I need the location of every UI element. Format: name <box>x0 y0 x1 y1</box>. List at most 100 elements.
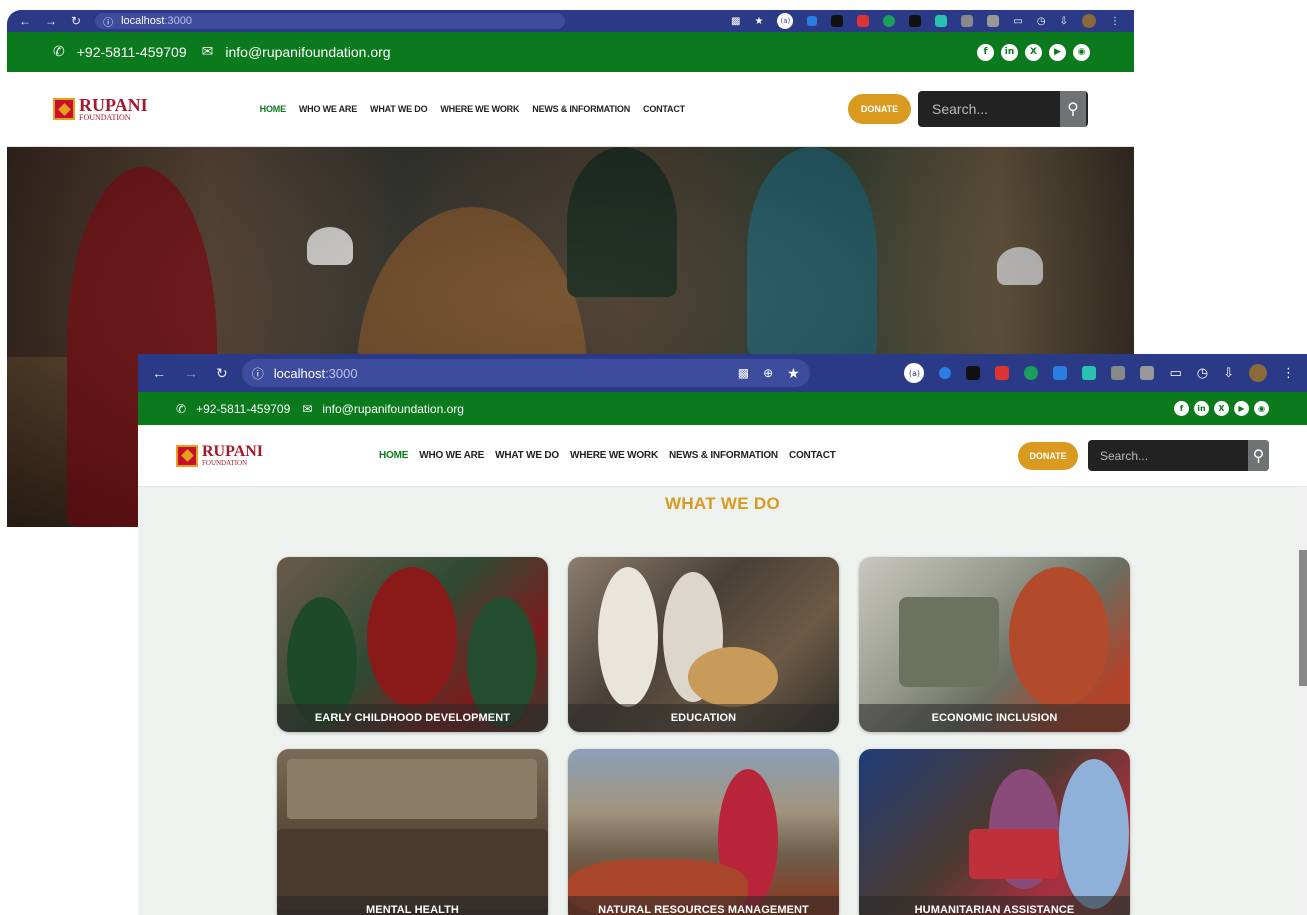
reload-icon[interactable]: ↻ <box>71 14 81 28</box>
browser-nav: ← → ↻ <box>19 14 81 28</box>
extension-icon[interactable] <box>961 15 974 27</box>
program-card[interactable]: EARLY CHILDHOOD DEVELOPMENT <box>277 557 548 732</box>
back-icon[interactable]: ← <box>152 365 166 381</box>
program-card[interactable]: HUMANITARIAN ASSISTANCE <box>859 749 1130 915</box>
site-logo[interactable]: RUPANI FOUNDATION <box>53 96 148 122</box>
download-icon[interactable]: ⇩ <box>1223 366 1234 381</box>
linkedin-icon[interactable]: in <box>1001 43 1018 61</box>
extension-icon[interactable] <box>995 366 1010 380</box>
search-input[interactable] <box>1088 448 1248 463</box>
avatar[interactable] <box>1249 364 1267 382</box>
cast-icon[interactable]: ▩ <box>738 366 749 380</box>
star-icon[interactable]: ★ <box>787 365 800 382</box>
brand-sub: FOUNDATION <box>202 459 248 467</box>
card-label: NATURAL RESOURCES MANAGEMENT <box>568 896 839 915</box>
extension-icon[interactable] <box>966 366 981 380</box>
forward-icon[interactable]: → <box>45 14 57 28</box>
youtube-icon[interactable]: ▶ <box>1234 401 1249 416</box>
browser-nav: ← → ↻ <box>152 365 228 382</box>
nav-item-what-we-do[interactable]: WHAT WE DO <box>370 104 428 114</box>
profile-icon[interactable]: (a) <box>904 363 925 383</box>
phone-text[interactable]: +92-5811-459709 <box>77 44 187 60</box>
instagram-icon[interactable]: ◉ <box>1254 401 1269 416</box>
x-icon[interactable]: X <box>1025 43 1042 61</box>
address-bar[interactable]: ⓘ localhost:3000 ▩ ⊕ ★ <box>241 359 810 387</box>
logo-mark-icon <box>53 98 75 120</box>
download-icon[interactable]: ⇩ <box>1060 16 1068 27</box>
nav-item-home[interactable]: HOME <box>260 104 286 114</box>
extension-icon[interactable] <box>909 15 922 27</box>
donate-button[interactable]: DONATE <box>848 94 911 124</box>
nav-item-what-we-do[interactable]: WHAT WE DO <box>495 450 559 461</box>
history-icon[interactable]: ◷ <box>1037 16 1046 27</box>
nav-item-contact[interactable]: CONTACT <box>789 450 836 461</box>
search-box: ⚲ <box>918 91 1088 127</box>
extension-icon[interactable] <box>831 15 844 27</box>
extension-icon[interactable] <box>987 15 1000 27</box>
avatar[interactable] <box>1082 14 1096 28</box>
profile-icon[interactable]: (a) <box>777 13 794 29</box>
address-bar[interactable]: ⓘ localhost:3000 <box>95 13 566 29</box>
extension-icon[interactable] <box>1111 366 1126 380</box>
forward-icon[interactable]: → <box>184 365 198 381</box>
youtube-icon[interactable]: ▶ <box>1049 43 1066 61</box>
nav-item-home[interactable]: HOME <box>379 450 408 461</box>
extension-icon[interactable] <box>883 15 896 27</box>
email-text[interactable]: info@rupanifoundation.org <box>225 44 390 60</box>
kebab-menu-icon[interactable]: ⋮ <box>1110 16 1120 27</box>
instagram-icon[interactable]: ◉ <box>1073 43 1090 61</box>
program-card[interactable]: ECONOMIC INCLUSION <box>859 557 1130 732</box>
star-icon[interactable]: ★ <box>754 16 763 27</box>
nav-item-contact[interactable]: CONTACT <box>643 104 685 114</box>
kebab-menu-icon[interactable]: ⋮ <box>1282 366 1295 381</box>
puzzle-icon[interactable]: ▭ <box>1169 366 1181 381</box>
nav-item-news[interactable]: NEWS & INFORMATION <box>669 450 778 461</box>
program-card[interactable]: MENTAL HEALTH <box>277 749 548 915</box>
logo-text: RUPANI FOUNDATION <box>202 444 263 467</box>
nav-item-who-we-are[interactable]: WHO WE ARE <box>419 450 484 461</box>
facebook-icon[interactable]: f <box>1174 401 1189 416</box>
program-card[interactable]: EDUCATION <box>568 557 839 732</box>
donate-button[interactable]: DONATE <box>1018 441 1078 470</box>
nav-item-news[interactable]: NEWS & INFORMATION <box>532 104 630 114</box>
card-photo-shape <box>1059 759 1129 909</box>
nav-item-where-we-work[interactable]: WHERE WE WORK <box>440 104 519 114</box>
x-icon[interactable]: X <box>1214 401 1229 416</box>
extension-icon[interactable] <box>1053 366 1068 380</box>
facebook-icon[interactable]: f <box>977 43 994 61</box>
reload-icon[interactable]: ↻ <box>216 365 228 382</box>
card-photo-shape <box>367 567 457 707</box>
extension-icon[interactable] <box>935 15 948 27</box>
nav-item-who-we-are[interactable]: WHO WE ARE <box>299 104 357 114</box>
search-icon[interactable]: ⚲ <box>1060 91 1086 127</box>
cast-icon[interactable]: ▩ <box>731 16 740 27</box>
search-icon[interactable]: ⚲ <box>1248 440 1269 471</box>
phone-text[interactable]: +92-5811-459709 <box>196 402 290 416</box>
search-input[interactable] <box>918 101 1060 117</box>
extension-icon[interactable] <box>1082 366 1097 380</box>
linkedin-icon[interactable]: in <box>1194 401 1209 416</box>
extension-icon[interactable] <box>857 15 870 27</box>
mail-icon: ✉ <box>302 401 313 416</box>
extension-icon[interactable] <box>807 16 818 26</box>
history-icon[interactable]: ◷ <box>1197 366 1208 381</box>
extensions-area: ▩ ★ (a) ▭ ◷ ⇩ ⋮ <box>731 13 1134 29</box>
vertical-scrollbar[interactable] <box>1299 487 1307 915</box>
puzzle-icon[interactable]: ▭ <box>1013 16 1022 27</box>
back-icon[interactable]: ← <box>19 14 31 28</box>
extension-icon[interactable] <box>1024 366 1039 380</box>
info-icon[interactable]: ⓘ <box>103 14 113 29</box>
email-text[interactable]: info@rupanifoundation.org <box>322 402 464 416</box>
extension-icon[interactable] <box>939 367 952 379</box>
browser-toolbar: ← → ↻ ⓘ localhost:3000 ▩ ★ (a) ▭ ◷ ⇩ ⋮ <box>7 10 1134 32</box>
site-logo[interactable]: RUPANI FOUNDATION <box>176 444 263 467</box>
program-card[interactable]: NATURAL RESOURCES MANAGEMENT <box>568 749 839 915</box>
nav-item-where-we-work[interactable]: WHERE WE WORK <box>570 450 658 461</box>
phone-icon: ✆ <box>176 401 187 416</box>
extension-icon[interactable] <box>1140 366 1155 380</box>
search-box: ⚲ <box>1088 440 1269 471</box>
card-label: EARLY CHILDHOOD DEVELOPMENT <box>277 704 548 732</box>
zoom-icon[interactable]: ⊕ <box>763 366 773 380</box>
scrollbar-thumb[interactable] <box>1299 550 1307 686</box>
info-icon[interactable]: ⓘ <box>252 365 264 382</box>
